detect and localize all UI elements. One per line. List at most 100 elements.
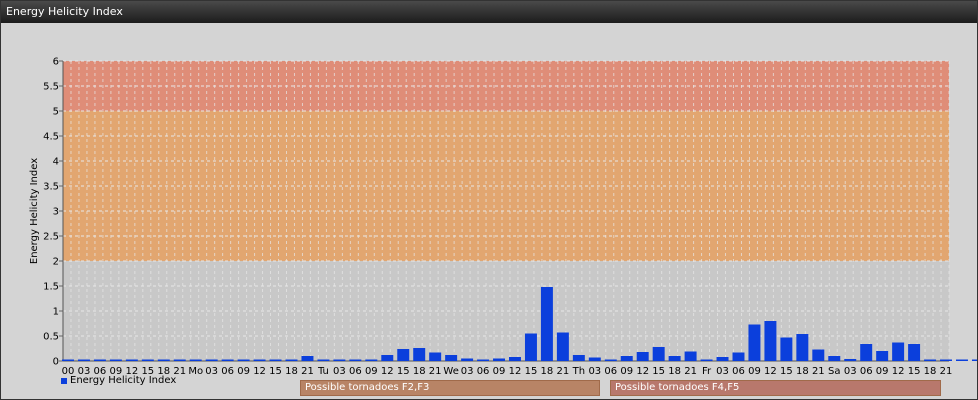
bar [620,356,633,361]
x-tick-label: 12 [381,366,394,375]
bar [317,359,330,361]
y-tick-label: 3.5 [43,182,59,193]
bar [173,359,186,361]
x-tick-label: 09 [493,366,506,375]
legend-label: Energy Helicity Index [70,375,177,386]
x-tick-label: 15 [525,366,538,375]
bar [301,356,314,361]
x-tick-label: 18 [668,366,681,375]
x-tick-label: 03 [333,366,346,375]
bar [205,359,218,361]
y-tick-label: 4.5 [43,132,59,143]
bar [636,352,649,361]
bar [333,359,346,361]
y-axis-label: Energy Helicity Index [29,158,40,264]
x-tick-label: 18 [796,366,809,375]
x-tick-label: 09 [748,366,761,375]
bar [556,332,569,361]
bar [716,357,729,361]
x-tick-label: Sa [828,366,840,375]
x-tick-label: Mo [188,366,203,375]
y-tick-label: 5 [53,107,59,118]
x-tick-label: 06 [94,366,107,375]
x-tick-label: 12 [253,366,266,375]
bar [971,359,977,361]
bar [844,359,857,361]
x-tick-label: 18 [541,366,554,375]
bar [477,359,490,361]
x-tick-label: 21 [173,366,186,375]
y-tick-label: 1 [53,307,59,318]
bar [157,359,170,361]
bar [764,321,777,361]
bar [509,357,521,361]
x-tick-label: We [443,366,458,375]
y-tick-label: 2 [53,257,59,268]
x-tick-label: 21 [812,366,825,375]
x-tick-label: 15 [141,366,154,375]
x-tick-label: 15 [780,366,793,375]
bar [349,359,362,361]
bar [445,355,458,361]
y-tick-label: 4 [53,157,59,168]
bar [604,359,617,361]
y-tick-label: 2.5 [43,232,59,243]
x-tick-label: Tu [317,366,329,375]
bar [237,359,250,361]
bar [652,347,665,361]
bar [812,349,825,361]
x-tick-label: 21 [940,366,953,375]
bar [732,352,745,361]
x-tick-label: 03 [844,366,857,375]
bar [780,337,793,361]
x-tick-label: 03 [461,366,474,375]
bar [397,349,410,361]
legend-swatch [61,377,67,384]
bar [684,351,697,361]
bar [381,355,394,361]
bar [748,324,761,361]
x-tick-label: 21 [429,366,442,375]
y-tick-label: 1.5 [43,282,59,293]
bar [285,359,298,361]
x-tick-label: 12 [509,366,522,375]
x-tick-label: 18 [285,366,298,375]
bar [141,359,154,361]
y-tick-label: 0.5 [43,332,59,343]
bar [429,352,442,361]
x-tick-label: 00 [62,366,75,375]
x-tick-label: 15 [397,366,410,375]
x-tick-label: 18 [413,366,426,375]
zone-label-f2-f3: Possible tornadoes F2,F3 [300,380,600,396]
widget-title: Energy Helicity Index [1,1,977,23]
x-tick-label: 15 [269,366,282,375]
bar [860,344,873,361]
bar [955,359,968,361]
x-tick-label: 06 [221,366,234,375]
x-tick-label: 06 [604,366,617,375]
x-tick-label: 06 [477,366,490,375]
bar [493,358,506,361]
bar [221,359,234,361]
bar [269,359,282,361]
x-tick-label: 15 [652,366,665,375]
x-tick-label: 09 [620,366,633,375]
zone-label-f4-f5: Possible tornadoes F4,F5 [610,380,941,396]
bar [109,359,122,361]
bar [908,344,921,361]
y-tick-label: 0 [53,357,59,368]
x-tick-label: 15 [908,366,921,375]
bar [62,359,74,361]
bar [77,359,90,361]
x-tick-label: Fr [702,366,712,375]
x-tick-label: 06 [860,366,873,375]
x-tick-label: 12 [764,366,777,375]
bar [524,333,537,361]
bar [876,351,889,361]
x-tick-label: 18 [157,366,170,375]
x-tick-label: 21 [684,366,697,375]
bar [540,287,553,361]
bar [668,356,681,361]
x-tick-label: 18 [924,366,937,375]
x-tick-label: 21 [301,366,314,375]
